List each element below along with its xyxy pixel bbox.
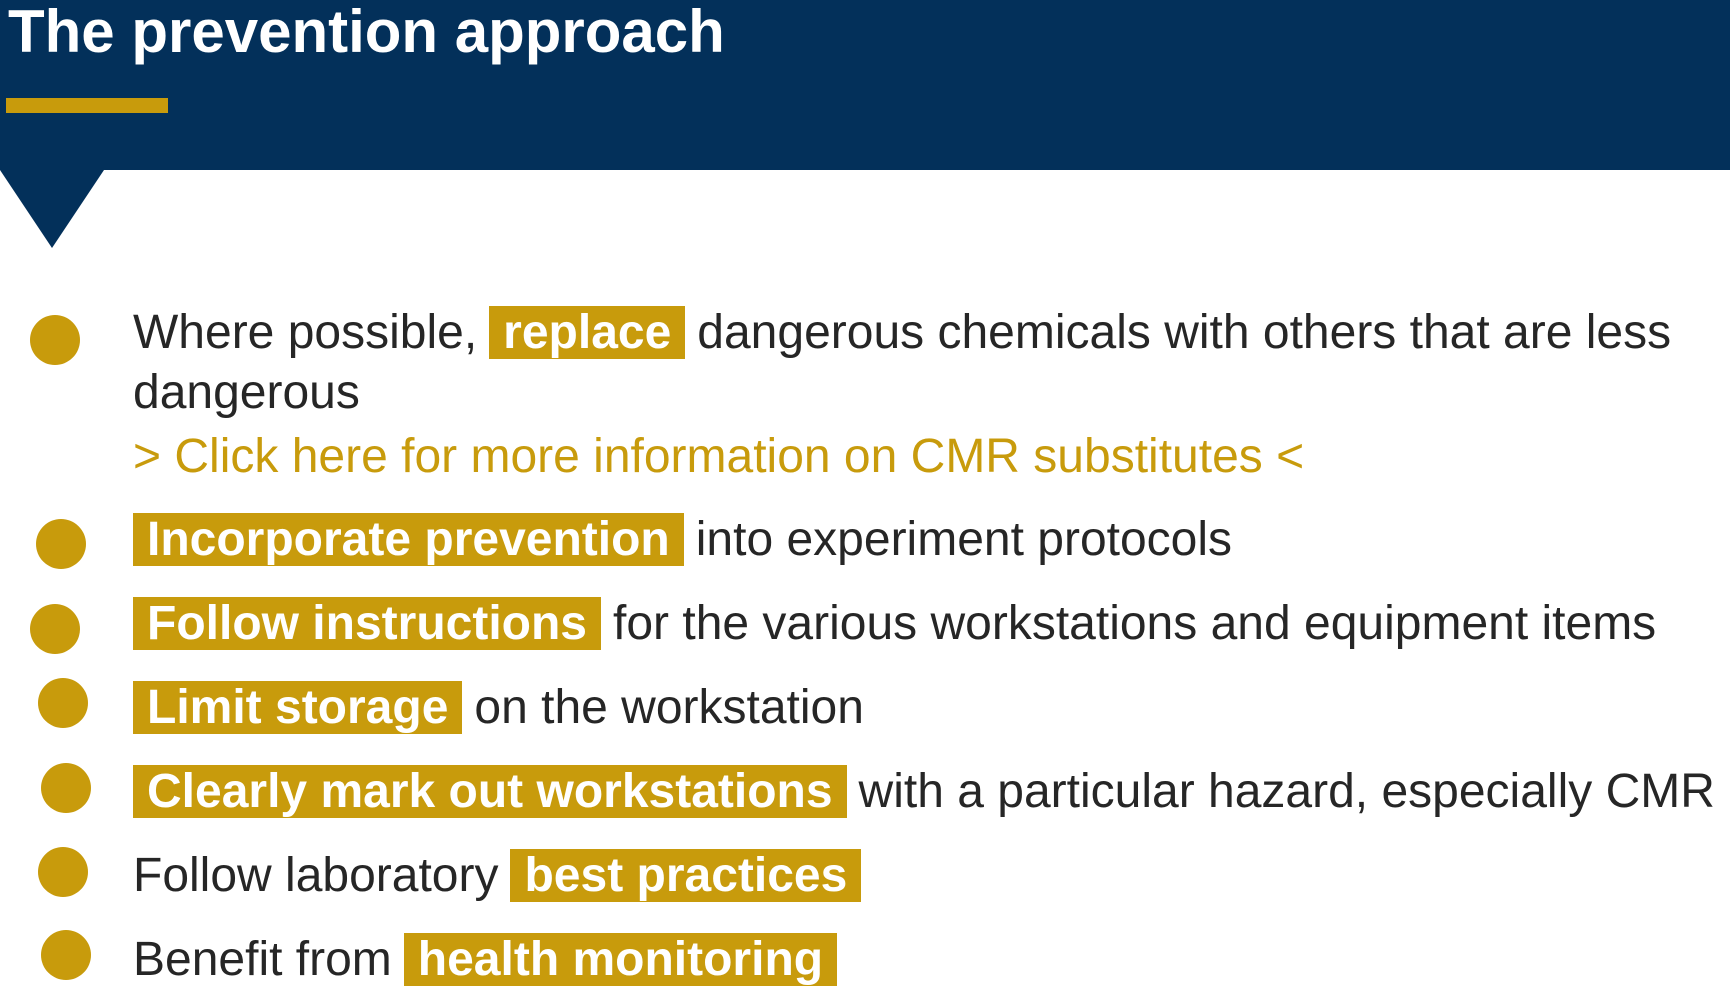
bullet-dot-icon (30, 315, 80, 365)
page-title: The prevention approach (8, 0, 725, 65)
item-text: dangerous (133, 366, 360, 419)
cmr-substitutes-link[interactable]: > Click here for more information on CMR… (133, 427, 1304, 487)
bullet-dot-icon (38, 847, 88, 897)
bullet-dot-icon (41, 763, 91, 813)
list-item-follow-instructions: Follow instructions for the various works… (133, 594, 1656, 654)
bullet-dot-icon (36, 519, 86, 569)
bullet-dot-icon (30, 604, 80, 654)
header-banner: The prevention approach (0, 0, 1730, 170)
list-item-limit-storage: Limit storage on the workstation (133, 678, 864, 738)
item-highlight: health monitoring (403, 933, 838, 986)
item-text: Where possible, (133, 306, 478, 359)
item-text: into experiment protocols (695, 513, 1233, 566)
header-pointer-triangle (0, 170, 104, 248)
list-item-replace: Where possible, replace dangerous chemical… (133, 303, 1671, 363)
item-highlight: Follow instructions (133, 597, 601, 650)
item-text: on the workstation (474, 681, 864, 734)
list-item-incorporate-prevention: Incorporate prevention into experiment pr… (133, 510, 1232, 570)
item-text: with a particular hazard, especially CMR (858, 765, 1715, 818)
list-item-health-monitoring: Benefit from health monitoring (133, 930, 838, 990)
bullet-dot-icon (41, 930, 91, 980)
item-text: Follow laboratory (133, 849, 499, 902)
item-highlight: Incorporate prevention (133, 513, 684, 566)
item-highlight: Limit storage (133, 681, 463, 734)
item-text: dangerous chemicals with others that are… (697, 306, 1672, 359)
item-text: for the various workstations and equipme… (613, 597, 1657, 650)
item-highlight: best practices (510, 849, 862, 902)
item-highlight: replace (489, 306, 686, 359)
title-underline (6, 98, 168, 113)
item-highlight: Clearly mark out workstations (133, 765, 847, 818)
list-item-best-practices: Follow laboratory best practices (133, 846, 862, 906)
item-text: Benefit from (133, 933, 392, 986)
list-item-replace-continued: dangerous (133, 363, 360, 423)
bullet-dot-icon (38, 678, 88, 728)
list-item-mark-workstations: Clearly mark out workstations with a part… (133, 762, 1715, 822)
